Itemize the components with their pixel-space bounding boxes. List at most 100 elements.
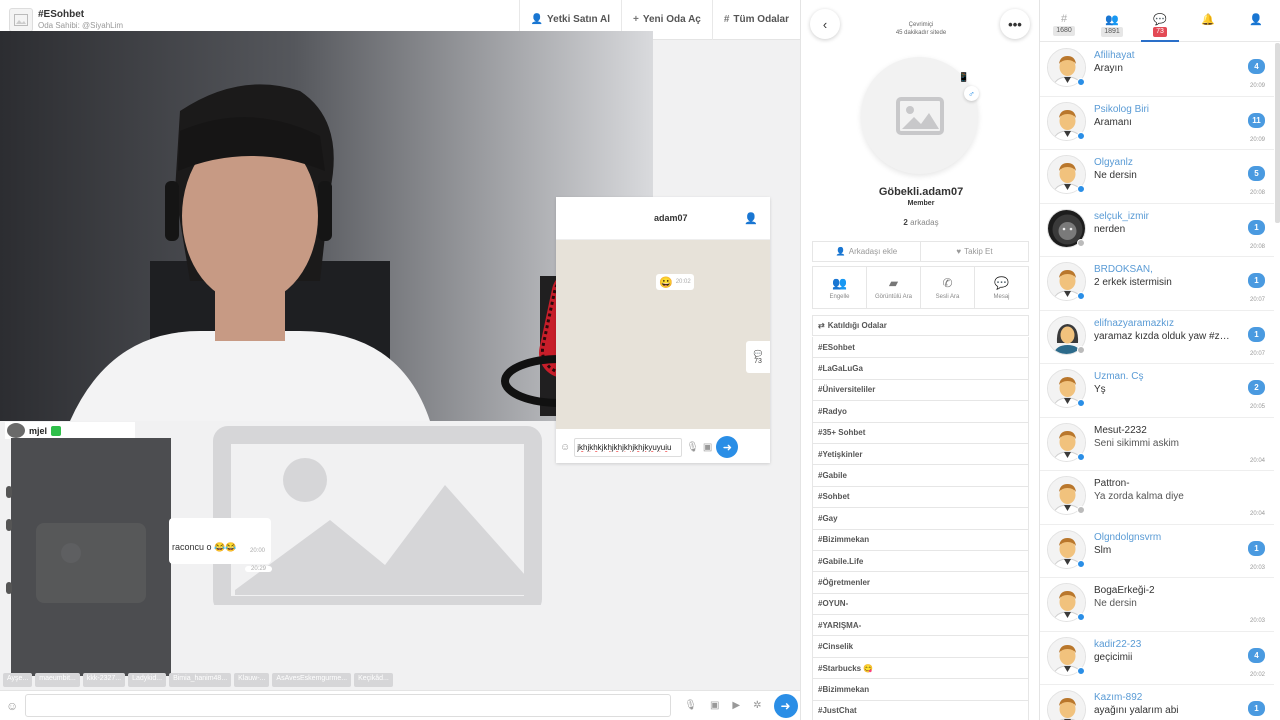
tab-messages[interactable]: 💬 73 <box>1136 0 1184 42</box>
add-friend-button[interactable]: 👤 Arkadaşı ekle <box>813 242 920 261</box>
tab-profile[interactable]: 👤 <box>1232 0 1280 42</box>
conversation-item[interactable]: Olgndolgnsvrm Slm 1 20:03 <box>1040 525 1274 578</box>
room-item[interactable]: #35+ Sohbet <box>812 422 1029 444</box>
send-button[interactable]: ➜ <box>773 693 798 718</box>
friend-count-label: arkadaş <box>910 218 939 227</box>
status-time-label: 45 dakikadır sitede <box>895 30 947 36</box>
microphone-icon[interactable]: 🎙 <box>686 442 699 453</box>
emoji-icon[interactable]: ☺ <box>560 442 570 453</box>
user-chip[interactable]: AsAvesEskemgurme... <box>272 673 352 687</box>
room-item[interactable]: #Cinselik <box>812 636 1029 658</box>
conversation-item[interactable]: Uzman. Cş Yş 2 20:05 <box>1040 364 1274 418</box>
private-chat-name[interactable]: adam07 <box>654 213 688 223</box>
conversation-name: elifnazyaramazkız <box>1094 317 1175 329</box>
message-count-tab[interactable]: 💬 73 <box>746 341 770 373</box>
tab-rooms[interactable]: #1680 <box>1040 0 1088 42</box>
conversation-item[interactable]: elifnazyaramazkız yaramaz kızda olduk yaw… <box>1040 311 1274 364</box>
secondary-video-stream[interactable] <box>11 438 171 676</box>
block-button[interactable]: 👥 Engelle <box>813 267 866 308</box>
room-item[interactable]: #Bizimmekan <box>812 679 1029 701</box>
room-item[interactable]: #Üniversiteliler <box>812 379 1029 402</box>
video-call-label: Görüntülü Ara <box>874 293 913 300</box>
room-item[interactable]: #Radyo <box>812 401 1029 423</box>
room-item[interactable]: #Gay <box>812 508 1029 530</box>
conversation-preview: Slm <box>1094 544 1112 556</box>
follow-button[interactable]: ♥ Takip Et <box>920 242 1028 261</box>
conversation-item[interactable]: Psikolog Biri Aramanı 11 20:09 <box>1040 97 1274 150</box>
message-icon: 💬 <box>994 275 1009 290</box>
voice-call-button[interactable]: ✆ Sesli Ara <box>920 267 974 308</box>
room-item[interactable]: #JustChat <box>812 700 1029 720</box>
conversation-item[interactable]: Olgyanlz Ne dersin 5 20:08 <box>1040 150 1274 204</box>
chat-message-bubble: raconcu o 😂😂 20:00 <box>169 518 271 564</box>
user-chip[interactable]: maeumbit... <box>35 673 80 687</box>
room-item[interactable]: #Öğretmenler <box>812 572 1029 594</box>
user-chip[interactable]: Keçikâd... <box>354 673 393 687</box>
message-input[interactable] <box>25 694 672 717</box>
plus-icon: + <box>633 14 639 25</box>
conversation-item[interactable]: Pattron- Ya zorda kalma diye 20:04 <box>1040 471 1274 525</box>
send-button[interactable]: ➜ <box>716 436 739 458</box>
conversation-time: 20:08 <box>1249 243 1265 250</box>
conversation-time: 20:09 <box>1249 83 1265 89</box>
message-author[interactable]: mjel <box>5 422 135 439</box>
room-item[interactable]: #LaGaLuGa <box>812 358 1029 380</box>
avatar <box>7 423 25 438</box>
gif-icon[interactable]: ✲ <box>753 700 761 711</box>
room-item[interactable]: #Starbucks 😋 <box>812 657 1029 680</box>
conversation-time: 20:05 <box>1249 404 1265 410</box>
conversation-item[interactable]: selçuk_izmir nerden 1 20:08 <box>1040 204 1274 257</box>
conversation-preview: 2 erkek istermisin <box>1094 277 1172 288</box>
room-image-icon[interactable] <box>9 7 33 32</box>
room-item[interactable]: #Sohbet <box>812 486 1029 509</box>
user-chip[interactable]: Ayşe... <box>3 673 33 687</box>
joined-rooms-label: Katıldığı Odalar <box>827 321 887 330</box>
chat-icon: 💬 <box>1153 14 1167 26</box>
conversation-item[interactable]: BRDOKSAN, 2 erkek istermisin 1 20:07 <box>1040 257 1274 311</box>
image-icon[interactable]: ▣ <box>710 700 719 711</box>
user-chip[interactable]: Bimia_hanim48... <box>169 673 232 687</box>
tab-users[interactable]: 👥 1891 <box>1088 0 1136 42</box>
conversation-name: Olgndolgnsvrm <box>1094 531 1162 543</box>
message-label: Mesaj <box>993 293 1010 300</box>
unread-badge: 11 <box>1248 112 1265 128</box>
microphone-icon[interactable]: 🎙 <box>684 700 697 711</box>
conversation-item[interactable]: kadir22-23 geçicimii 4 20:02 <box>1040 632 1274 685</box>
emoji-icon[interactable]: ☺ <box>6 699 18 713</box>
conversation-name: Olgyanlz <box>1094 157 1133 168</box>
unread-badge: 4 <box>1248 59 1265 74</box>
room-item[interactable]: #YARIŞMA- <box>812 615 1029 637</box>
message-button[interactable]: 💬 Mesaj <box>974 267 1028 308</box>
image-icon[interactable]: ▣ <box>703 442 712 453</box>
user-icon[interactable]: 👤 <box>744 212 758 225</box>
friend-count[interactable]: 2 arkadaş <box>801 218 1039 227</box>
user-chip[interactable]: Klauw-... <box>234 673 270 687</box>
video-call-button[interactable]: ▰ Görüntülü Ara <box>866 267 920 308</box>
conversation-item[interactable]: Mesut-2232 Seni sikimmi askim 20:04 <box>1040 418 1274 471</box>
user-chip[interactable]: kkk-2327... <box>82 673 126 687</box>
room-item[interactable]: #OYUN- <box>812 593 1029 616</box>
conversation-preview: Yş <box>1094 384 1106 395</box>
room-item[interactable]: #Bizimmekan <box>812 529 1029 551</box>
play-icon[interactable]: ▶ <box>732 700 740 711</box>
user-chip[interactable]: Ladykid... <box>128 673 167 687</box>
private-message-input[interactable] <box>574 437 683 457</box>
conversation-preview: geçicimii <box>1094 651 1133 663</box>
conversation-preview: nerden <box>1094 223 1126 235</box>
scrollbar[interactable] <box>1275 43 1280 223</box>
conversation-name: Afilihayat <box>1094 50 1135 61</box>
room-item[interactable]: #Gabile.Life <box>812 550 1029 573</box>
conversation-item[interactable]: Kazım-892 ayağını yalarım abi 1 <box>1040 685 1274 720</box>
online-status-dot <box>1077 613 1085 621</box>
conversation-item[interactable]: BogaErkeği-2 Ne dersin 20:03 <box>1040 578 1274 632</box>
room-item[interactable]: #ESohbet <box>812 337 1029 359</box>
tab-notifications[interactable]: 🔔 <box>1184 0 1232 42</box>
all-rooms-label: Tüm Odalar <box>733 14 789 25</box>
image-placeholder-icon <box>213 426 542 605</box>
room-item[interactable]: #Gabile <box>812 465 1029 487</box>
all-rooms-button[interactable]: # Tüm Odalar <box>711 0 800 40</box>
room-item[interactable]: #Yetişkinler <box>812 443 1029 466</box>
private-chat-messages: 😀 20:02 💬 73 <box>556 240 770 429</box>
conversation-item[interactable]: Afilihayat Arayın 4 20:09 <box>1040 43 1274 97</box>
add-friend-label: Arkadaşı ekle <box>848 247 898 256</box>
